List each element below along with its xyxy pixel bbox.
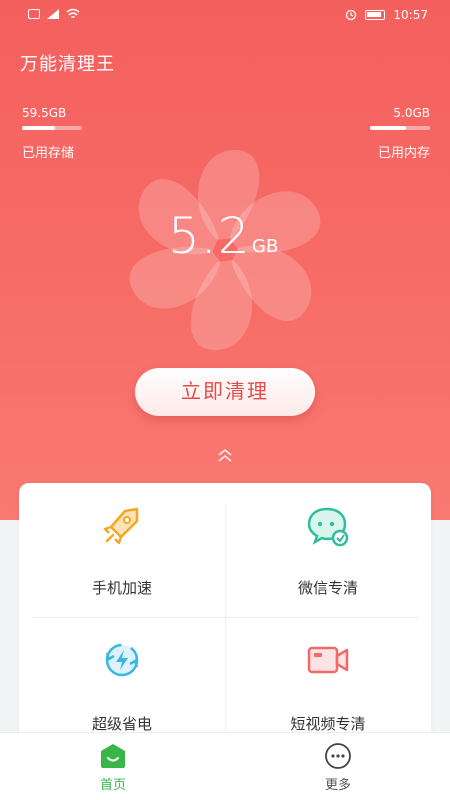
memory-bar: [370, 126, 430, 130]
feature-short-video-clean[interactable]: 短视频专清: [225, 617, 431, 751]
clean-now-button[interactable]: 立即清理: [135, 368, 315, 416]
feature-card: 手机加速 微信专清 超级省电 短视频专清: [19, 483, 431, 773]
sim-icon: [28, 9, 40, 19]
storage-bar-fill: [22, 126, 55, 130]
junk-size-value: 5.2: [168, 207, 251, 265]
status-bar: 10:57: [0, 0, 450, 30]
wechat-icon: [307, 507, 349, 547]
more-icon: [325, 743, 351, 769]
home-icon: [101, 744, 125, 768]
signal-icon: [47, 9, 59, 19]
feature-label: 手机加速: [91, 579, 152, 597]
video-camera-icon: [307, 646, 349, 674]
feature-label: 超级省电: [91, 715, 152, 733]
memory-bar-fill: [370, 126, 406, 130]
storage-value: 59.5GB: [22, 106, 67, 120]
memory-value: 5.0GB: [393, 106, 430, 120]
battery-saver-icon: [105, 643, 139, 677]
storage-bar: [22, 126, 82, 130]
tab-label: 首页: [99, 778, 126, 793]
alarm-icon: [346, 9, 357, 21]
junk-size-unit: GB: [252, 236, 279, 257]
storage-stat: 59.5GB 已用存储: [22, 106, 82, 161]
app-title: 万能清理王: [20, 54, 115, 75]
tab-home[interactable]: 首页: [83, 741, 143, 793]
status-right: 10:57: [345, 8, 428, 22]
feature-wechat-clean[interactable]: 微信专清: [225, 483, 431, 617]
battery-icon: [365, 10, 386, 20]
memory-label: 已用内存: [377, 146, 430, 161]
feature-label: 短视频专清: [290, 715, 366, 733]
status-left-icons: [28, 8, 80, 20]
status-time: 10:57: [393, 8, 428, 22]
feature-power-saving[interactable]: 超级省电: [19, 617, 225, 751]
storage-label: 已用存储: [22, 146, 75, 161]
memory-stat: 5.0GB 已用内存: [370, 106, 430, 161]
feature-label: 微信专清: [297, 579, 358, 597]
chevron-up-icon[interactable]: [215, 446, 235, 466]
tab-more[interactable]: 更多: [308, 741, 368, 793]
wifi-icon: [66, 8, 80, 19]
rocket-icon: [103, 507, 139, 545]
bottom-tab-bar: 首页 更多: [0, 732, 450, 800]
feature-phone-boost[interactable]: 手机加速: [19, 483, 225, 617]
tab-label: 更多: [324, 778, 351, 793]
